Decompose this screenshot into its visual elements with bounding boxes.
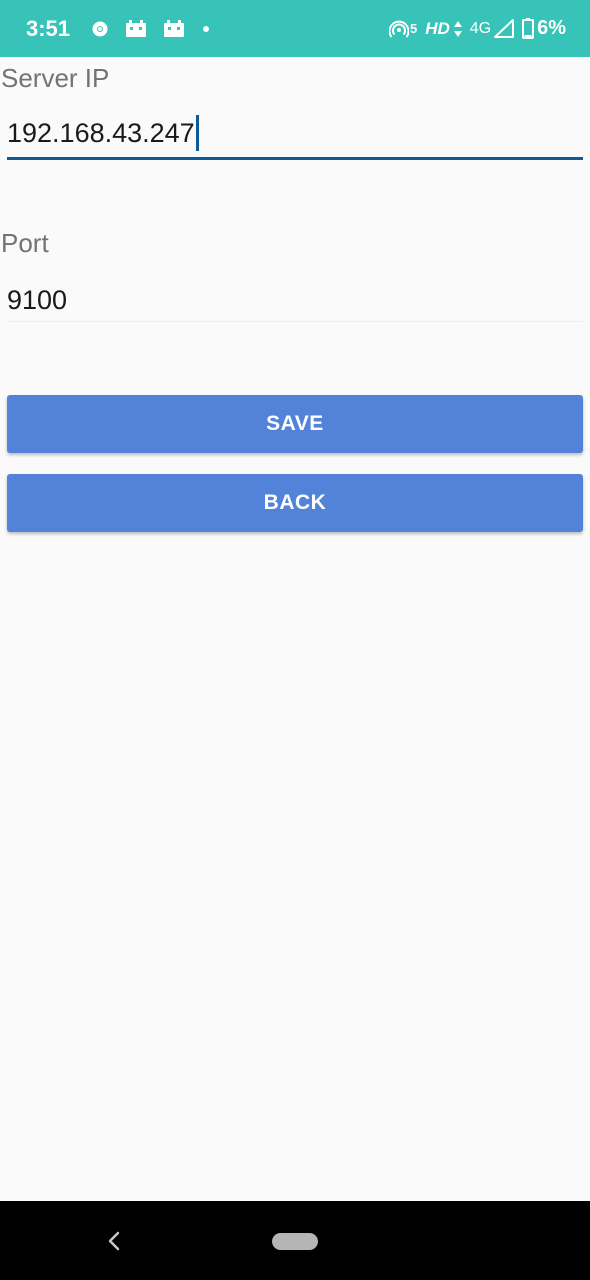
- hotspot-icon: 5: [388, 20, 418, 38]
- photo-icon: [164, 20, 185, 37]
- port-underline: [7, 321, 583, 322]
- signal-icon: [494, 19, 515, 38]
- server-ip-field[interactable]: 192.168.43.247: [7, 115, 583, 157]
- port-field[interactable]: [7, 278, 583, 322]
- server-ip-value: 192.168.43.247: [7, 117, 195, 148]
- chrome-icon: [92, 21, 108, 37]
- hotspot-count: 5: [409, 21, 418, 36]
- battery-level: 6%: [537, 17, 566, 39]
- hd-indicator: HD: [425, 18, 450, 38]
- network-type: 4G: [469, 19, 492, 37]
- status-bar: 3:51 5 HD 4G 6%: [0, 0, 590, 57]
- port-label: Port: [1, 228, 49, 258]
- photo-icon: [126, 20, 147, 37]
- dot-icon: [202, 25, 210, 33]
- save-button[interactable]: SAVE: [7, 395, 583, 453]
- text-cursor: [195, 115, 199, 151]
- back-button[interactable]: BACK: [7, 474, 583, 532]
- server-ip-underline: [7, 157, 583, 160]
- data-arrows-icon: [453, 20, 462, 37]
- server-ip-label: Server IP: [1, 63, 110, 93]
- back-chevron-icon[interactable]: [104, 1230, 124, 1252]
- battery-icon: [522, 18, 535, 39]
- navigation-bar: [0, 1201, 590, 1280]
- status-time: 3:51: [26, 15, 71, 41]
- home-pill-icon[interactable]: [272, 1233, 318, 1250]
- status-left: 3:51: [26, 16, 228, 42]
- status-right: 5 HD 4G 6%: [381, 17, 566, 40]
